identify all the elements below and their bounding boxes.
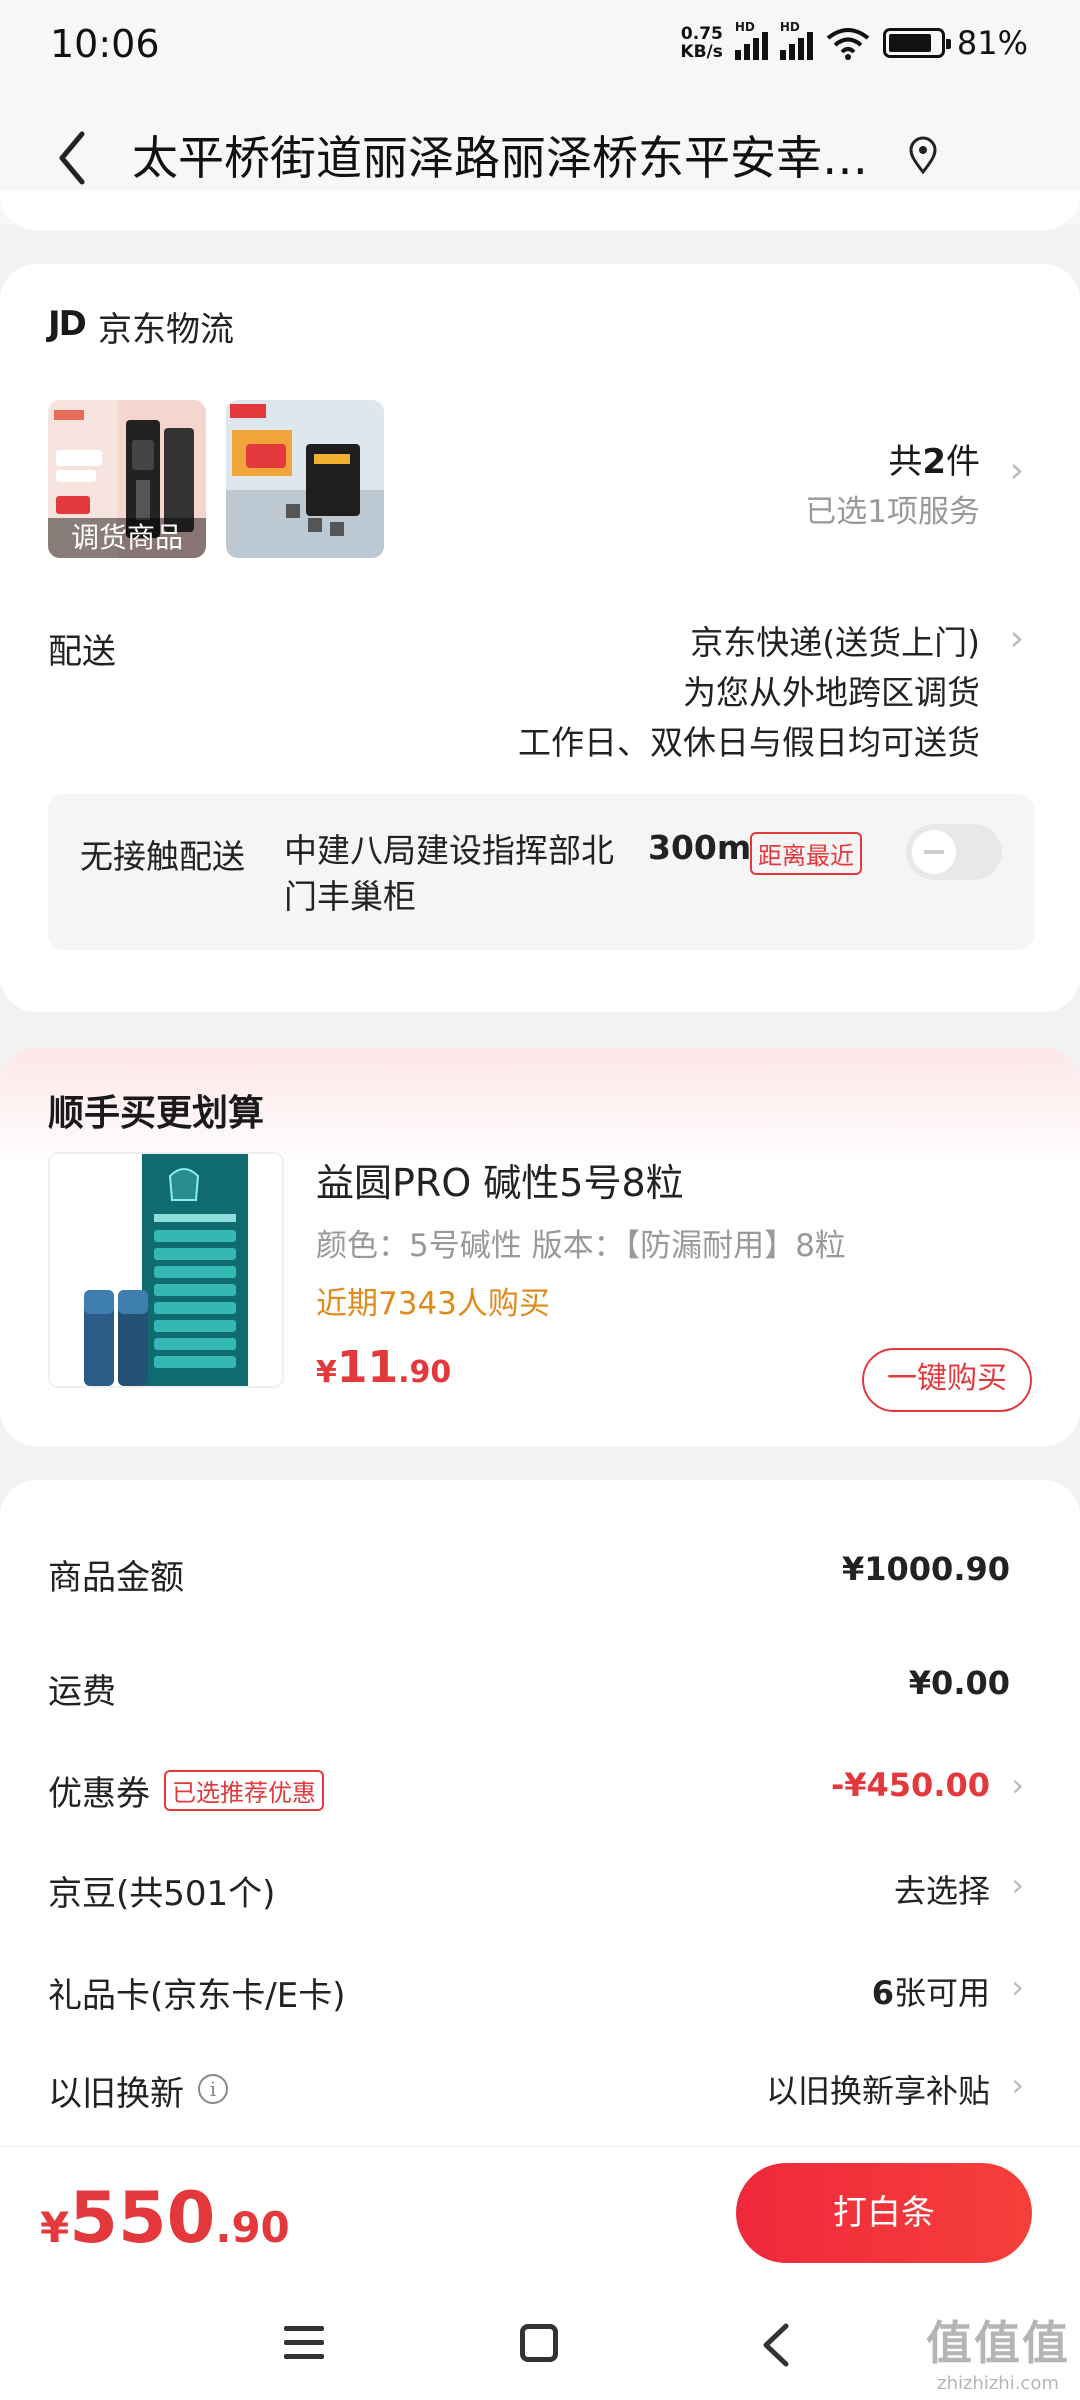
jd-beans-row[interactable]: 京豆(共501个) 去选择 ›: [0, 1866, 1080, 1926]
contactless-label: 无接触配送: [80, 837, 245, 876]
upsell-card: 顺手买更划算 益圆PRO 碱性5号8粒 颜色：5号碱性 版本：【防漏耐用】8粒 …: [0, 1048, 1080, 1446]
nav-back-icon[interactable]: [756, 2320, 796, 2370]
chevron-right-icon[interactable]: ›: [1011, 1766, 1024, 1804]
trade-in-row[interactable]: 以旧换新 i 以旧换新享补贴 ›: [0, 2066, 1080, 2126]
upsell-price: ¥11.90: [316, 1342, 452, 1393]
menu-icon[interactable]: [284, 2326, 324, 2368]
jd-logo: JD: [48, 304, 87, 344]
transfer-goods-tag: 调货商品: [48, 518, 206, 558]
checkout-bar: ¥550.90 打白条: [0, 2146, 1080, 2290]
chevron-right-icon[interactable]: ›: [1010, 450, 1024, 491]
battery-percent: 81%: [956, 24, 1028, 62]
logistics-label: 京东物流: [98, 310, 234, 350]
status-bar: 10:06 0.75 KB/s HD HD 81%: [0, 0, 1080, 92]
chevron-right-icon[interactable]: ›: [1011, 1968, 1024, 2006]
delivery-note: 工作日、双休日与假日均可送货: [518, 723, 980, 762]
product-thumb-lock[interactable]: 调货商品: [48, 400, 206, 558]
signal-icon: HD: [779, 20, 813, 60]
upsell-product-name[interactable]: 益圆PRO 碱性5号8粒: [316, 1152, 684, 1207]
watermark: 值值值 zhizhizhi.com: [926, 2316, 1070, 2394]
system-nav-bar: 值值值 zhizhizhi.com: [0, 2290, 1080, 2400]
gift-card-row[interactable]: 礼品卡(京东卡/E卡) 6张可用 ›: [0, 1968, 1080, 2028]
upsell-buyers: 近期7343人购买: [316, 1286, 550, 1322]
delivery-note: 为您从外地跨区调货: [683, 673, 980, 712]
wifi-icon: [826, 28, 870, 60]
location-pin-icon[interactable]: [908, 136, 938, 176]
info-icon[interactable]: i: [198, 2074, 228, 2104]
pay-baitiao-button[interactable]: 打白条: [736, 2163, 1032, 2263]
goods-amount-row: 商品金额 ¥1000.90: [48, 1550, 1010, 1598]
delivery-label: 配送: [48, 632, 116, 672]
coupon-tag: 已选推荐优惠: [164, 1770, 324, 1811]
address-card-bottom: [0, 190, 1080, 230]
chevron-right-icon[interactable]: ›: [1011, 1866, 1024, 1904]
delivery-address[interactable]: 太平桥街道丽泽路丽泽桥东平安幸…: [132, 122, 868, 188]
locker-address: 中建八局建设指挥部北门丰巢柜: [284, 831, 614, 916]
product-thumb-sdcard[interactable]: [226, 400, 384, 558]
logistics-card: JD 京东物流 调货商品 共2件 已选1项服务 › 配送 京东快递(送货上门) …: [0, 264, 1080, 1012]
network-speed: 0.75 KB/s: [680, 24, 723, 62]
chevron-right-icon[interactable]: ›: [1010, 618, 1024, 659]
back-arrow-icon[interactable]: [52, 128, 92, 188]
chevron-right-icon[interactable]: ›: [1011, 2066, 1024, 2104]
coupon-value: -¥450.00: [830, 1766, 990, 1804]
price-detail-card: 商品金额 ¥1000.90 运费 ¥0.00 优惠券 已选推荐优惠 -¥450.…: [0, 1480, 1080, 2200]
contactless-toggle[interactable]: [906, 824, 1002, 880]
upsell-title: 顺手买更划算: [48, 1093, 265, 1134]
signal-icon: HD: [734, 20, 768, 60]
item-count[interactable]: 共2件: [888, 434, 980, 483]
total-price: ¥550.90: [40, 2177, 290, 2259]
upsell-product-spec: 颜色：5号碱性 版本：【防漏耐用】8粒: [316, 1228, 846, 1264]
delivery-info[interactable]: 京东快递(送货上门) 为您从外地跨区调货 工作日、双休日与假日均可送货: [518, 618, 980, 768]
service-selected: 已选1项服务: [805, 494, 980, 530]
home-icon[interactable]: [520, 2324, 558, 2362]
sd-card-image: [226, 400, 384, 558]
coupon-row[interactable]: 优惠券 已选推荐优惠 -¥450.00 ›: [0, 1766, 1080, 1826]
battery-product-image[interactable]: [48, 1152, 284, 1388]
delivery-method: 京东快递(送货上门): [690, 623, 980, 662]
status-icons: 0.75 KB/s HD HD 81%: [680, 20, 1028, 62]
status-time: 10:06: [50, 22, 160, 66]
nearest-tag: 距离最近: [750, 832, 862, 875]
locker-distance: 300m: [648, 828, 752, 867]
shipping-fee-row: 运费 ¥0.00: [48, 1664, 1010, 1712]
battery-icon: [882, 28, 951, 58]
contactless-delivery: 无接触配送 中建八局建设指挥部北门丰巢柜 300m 距离最近: [48, 794, 1034, 950]
one-click-buy-button[interactable]: 一键购买: [862, 1348, 1032, 1412]
